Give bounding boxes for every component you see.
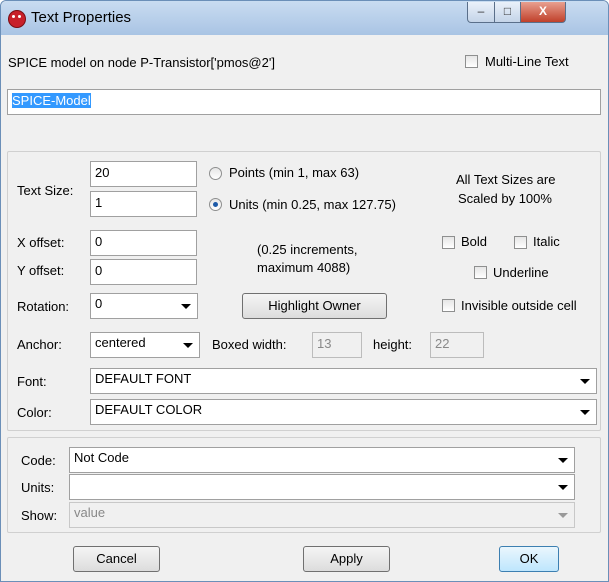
rotation-value: 0: [95, 296, 103, 311]
show-dropdown[interactable]: value: [69, 502, 575, 528]
boxed-width-label: Boxed width:: [212, 337, 287, 352]
units-label: Units (min 0.25, max 127.75): [229, 197, 396, 212]
y-offset-label: Y offset:: [17, 263, 65, 278]
chevron-down-icon: [183, 343, 193, 348]
chevron-down-icon: [580, 410, 590, 415]
font-value: DEFAULT FONT: [95, 371, 192, 386]
show-value: value: [74, 505, 106, 520]
text-size-label: Text Size:: [17, 183, 74, 198]
maximize-button[interactable]: □: [494, 2, 521, 23]
bold-checkbox[interactable]: [442, 236, 455, 249]
chevron-down-icon: [558, 513, 568, 518]
boxed-height-field[interactable]: 22: [430, 332, 484, 358]
multiline-checkbox[interactable]: [465, 55, 478, 68]
node-description: SPICE model on node P-Transistor['pmos@2…: [8, 55, 275, 70]
anchor-value: centered: [95, 335, 146, 350]
rotation-dropdown[interactable]: 0: [90, 293, 198, 319]
points-size-field[interactable]: 20: [90, 161, 197, 187]
units-size-field[interactable]: 1: [90, 191, 197, 217]
anchor-dropdown[interactable]: centered: [90, 332, 200, 358]
minimize-button[interactable]: –: [467, 2, 495, 23]
italic-label: Italic: [533, 234, 560, 249]
code-value: Not Code: [74, 450, 129, 465]
color-value: DEFAULT COLOR: [95, 402, 203, 417]
offset-note-line1: (0.25 increments,: [257, 242, 358, 257]
boxed-width-field[interactable]: 13: [312, 332, 362, 358]
underline-checkbox[interactable]: [474, 266, 487, 279]
text-properties-dialog: Text Properties – □ X SPICE model on nod…: [0, 0, 609, 582]
chevron-down-icon: [558, 458, 568, 463]
units-dropdown-label: Units:: [21, 480, 55, 495]
ok-button[interactable]: OK: [499, 546, 559, 572]
size-note-line2: Scaled by 100%: [458, 191, 552, 206]
highlight-owner-button[interactable]: Highlight Owner: [242, 293, 387, 319]
font-dropdown[interactable]: DEFAULT FONT: [90, 368, 597, 394]
rotation-label: Rotation:: [17, 299, 70, 314]
app-icon: [8, 10, 26, 28]
chevron-down-icon: [558, 485, 568, 490]
color-label: Color:: [17, 405, 52, 420]
invisible-outside-cell-label: Invisible outside cell: [461, 298, 577, 313]
size-note-line1: All Text Sizes are: [456, 172, 556, 187]
title-bar[interactable]: Text Properties – □ X: [1, 1, 608, 35]
window-title: Text Properties: [31, 9, 132, 26]
chevron-down-icon: [181, 304, 191, 309]
x-offset-label: X offset:: [17, 235, 65, 250]
code-dropdown[interactable]: Not Code: [69, 447, 575, 473]
y-offset-field[interactable]: 0: [90, 259, 197, 285]
points-label: Points (min 1, max 63): [229, 165, 360, 180]
x-offset-field[interactable]: 0: [90, 230, 197, 256]
apply-button[interactable]: Apply: [303, 546, 390, 572]
boxed-height-label: height:: [373, 337, 413, 352]
cancel-button[interactable]: Cancel: [73, 546, 160, 572]
show-label: Show:: [21, 508, 58, 523]
multiline-label: Multi-Line Text: [485, 54, 569, 69]
underline-label: Underline: [493, 265, 549, 280]
color-dropdown[interactable]: DEFAULT COLOR: [90, 399, 597, 425]
units-dropdown[interactable]: [69, 474, 575, 500]
code-label: Code:: [21, 453, 56, 468]
chevron-down-icon: [580, 379, 590, 384]
points-radio[interactable]: [209, 167, 222, 180]
offset-note-line2: maximum 4088): [257, 260, 351, 275]
close-button[interactable]: X: [520, 2, 566, 23]
text-value-field[interactable]: SPICE-Model: [7, 89, 601, 115]
units-radio[interactable]: [209, 198, 222, 211]
bold-label: Bold: [461, 234, 488, 249]
anchor-label: Anchor:: [17, 337, 62, 352]
italic-checkbox[interactable]: [514, 236, 527, 249]
text-value: SPICE-Model: [12, 93, 91, 108]
font-label: Font:: [17, 374, 47, 389]
invisible-outside-cell-checkbox[interactable]: [442, 299, 455, 312]
